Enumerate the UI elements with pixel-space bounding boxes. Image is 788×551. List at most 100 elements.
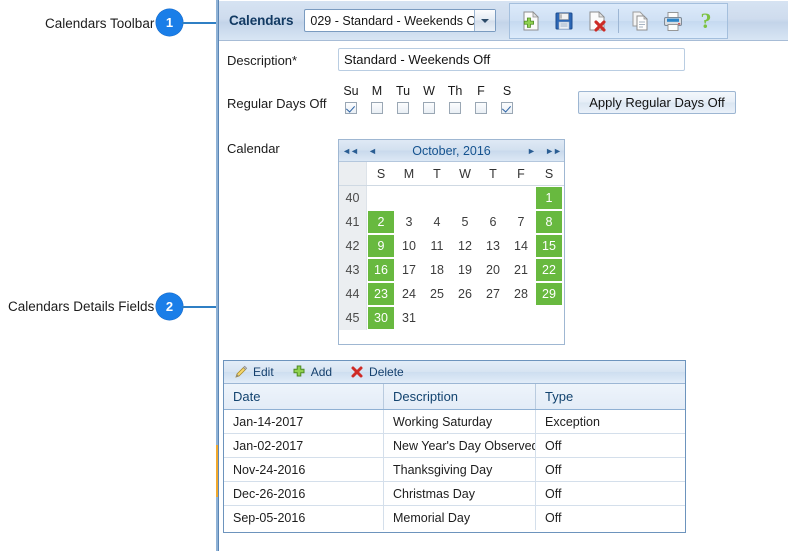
last-month-icon[interactable]: ►► xyxy=(542,141,564,161)
calendar-day-off[interactable]: 9 xyxy=(368,235,394,257)
calendar-day[interactable]: 27 xyxy=(479,282,507,306)
calendar-day[interactable] xyxy=(395,186,423,210)
table-row[interactable]: Dec-26-2016 Christmas Day Off xyxy=(224,482,685,506)
calendar-day-off[interactable]: 8 xyxy=(536,211,562,233)
calendar-day[interactable] xyxy=(451,306,479,330)
calendars-toolbar: Calendars 029 - Standard - Weekends Off xyxy=(219,1,788,41)
regular-days-off-label: Regular Days Off xyxy=(227,96,327,111)
calendar-day[interactable]: 3 xyxy=(395,210,423,234)
column-header-type[interactable]: Type xyxy=(536,384,685,409)
calendar-day[interactable]: 21 xyxy=(507,258,535,282)
day-toggle-su[interactable]: Su xyxy=(338,84,364,114)
calendar-dow-header: S M T W T F S xyxy=(339,162,564,186)
prev-month-icon[interactable]: ◄ xyxy=(361,141,383,161)
calendar-day[interactable] xyxy=(507,306,535,330)
first-month-icon[interactable]: ◄◄ xyxy=(339,141,361,161)
week-number: 45 xyxy=(339,306,367,330)
description-label: Description* xyxy=(227,53,298,68)
calendar-day[interactable] xyxy=(423,186,451,210)
cell-type: Off xyxy=(545,486,562,501)
calendar-day-off[interactable]: 1 xyxy=(536,187,562,209)
calendar-day[interactable] xyxy=(479,306,507,330)
table-row[interactable]: Nov-24-2016 Thanksgiving Day Off xyxy=(224,458,685,482)
calendar-day[interactable]: 4 xyxy=(423,210,451,234)
calendar-day[interactable] xyxy=(535,306,563,330)
day-label-s: S xyxy=(502,84,512,98)
calendar-day-off[interactable]: 23 xyxy=(368,283,394,305)
calendar-day[interactable]: 6 xyxy=(479,210,507,234)
calendar-day-off[interactable]: 16 xyxy=(368,259,394,281)
apply-regular-days-off-button[interactable]: Apply Regular Days Off xyxy=(578,91,736,114)
calendar-day-off[interactable]: 29 xyxy=(536,283,562,305)
calendars-panel: Calendars 029 - Standard - Weekends Off xyxy=(218,0,788,551)
new-button[interactable] xyxy=(516,6,546,36)
day-checkbox-w[interactable] xyxy=(423,102,435,114)
calendar-day[interactable]: 31 xyxy=(395,306,423,330)
cell-description: New Year's Day Observed xyxy=(384,434,536,457)
calendar-day[interactable]: 26 xyxy=(451,282,479,306)
description-input[interactable]: Standard - Weekends Off xyxy=(338,48,685,71)
day-toggle-th[interactable]: Th xyxy=(442,84,468,114)
table-row[interactable]: Sep-05-2016 Memorial Day Off xyxy=(224,506,685,530)
week-number: 41 xyxy=(339,210,367,234)
calendar-day[interactable]: 10 xyxy=(395,234,423,258)
calendar-day[interactable] xyxy=(451,186,479,210)
calendar-day[interactable] xyxy=(479,186,507,210)
calendar-select[interactable]: 029 - Standard - Weekends Off xyxy=(304,9,497,32)
pencil-icon xyxy=(235,365,248,378)
calendar-day[interactable] xyxy=(367,186,395,210)
next-month-icon[interactable]: ► xyxy=(520,141,542,161)
day-toggle-tu[interactable]: Tu xyxy=(390,84,416,114)
copy-button[interactable] xyxy=(625,6,655,36)
column-header-description[interactable]: Description xyxy=(384,384,536,409)
save-icon xyxy=(555,12,573,29)
add-action[interactable]: Add xyxy=(292,365,332,379)
chevron-down-icon[interactable] xyxy=(474,10,496,31)
delete-action[interactable]: Delete xyxy=(350,365,404,379)
calendar-day[interactable] xyxy=(423,306,451,330)
calendar-day[interactable]: 17 xyxy=(395,258,423,282)
grid-header-row: Date Description Type xyxy=(224,384,685,410)
table-row[interactable]: Jan-02-2017 New Year's Day Observed Off xyxy=(224,434,685,458)
calendar-day[interactable]: 28 xyxy=(507,282,535,306)
column-header-date[interactable]: Date xyxy=(224,384,384,409)
calendar-day[interactable]: 5 xyxy=(451,210,479,234)
calendar-day-off[interactable]: 30 xyxy=(368,307,394,329)
calendar-day[interactable]: 25 xyxy=(423,282,451,306)
calendar-day-off[interactable]: 15 xyxy=(536,235,562,257)
dow-header-0: S xyxy=(376,166,386,181)
cell-date: Sep-05-2016 xyxy=(224,506,384,530)
calendar-day[interactable]: 18 xyxy=(423,258,451,282)
save-button[interactable] xyxy=(549,6,579,36)
print-button[interactable] xyxy=(658,6,688,36)
calendar-day-off[interactable]: 2 xyxy=(368,211,394,233)
table-row[interactable]: Jan-14-2017 Working Saturday Exception xyxy=(224,410,685,434)
day-checkbox-tu[interactable] xyxy=(397,102,409,114)
day-toggle-m[interactable]: M xyxy=(364,84,390,114)
calendar-day[interactable]: 19 xyxy=(451,258,479,282)
calendar-day[interactable]: 12 xyxy=(451,234,479,258)
cell-type: Off xyxy=(545,438,562,453)
day-toggle-f[interactable]: F xyxy=(468,84,494,114)
help-icon: ? xyxy=(701,9,712,33)
calendar-day[interactable]: 24 xyxy=(395,282,423,306)
calendar-day[interactable]: 14 xyxy=(507,234,535,258)
cell-description: Working Saturday xyxy=(384,410,536,433)
help-button[interactable]: ? xyxy=(691,6,721,36)
edit-action[interactable]: Edit xyxy=(234,365,274,379)
day-checkbox-m[interactable] xyxy=(371,102,383,114)
cell-description: Thanksgiving Day xyxy=(384,458,536,481)
calendar-day[interactable]: 11 xyxy=(423,234,451,258)
calendar-day[interactable]: 7 xyxy=(507,210,535,234)
delete-button[interactable] xyxy=(582,6,612,36)
day-checkbox-s[interactable] xyxy=(501,102,513,114)
calendar-day[interactable] xyxy=(507,186,535,210)
calendar-day[interactable]: 13 xyxy=(479,234,507,258)
calendar-day-off[interactable]: 22 xyxy=(536,259,562,281)
calendar-day[interactable]: 20 xyxy=(479,258,507,282)
day-checkbox-th[interactable] xyxy=(449,102,461,114)
day-checkbox-su[interactable] xyxy=(345,102,357,114)
day-toggle-w[interactable]: W xyxy=(416,84,442,114)
day-toggle-s[interactable]: S xyxy=(494,84,520,114)
day-checkbox-f[interactable] xyxy=(475,102,487,114)
